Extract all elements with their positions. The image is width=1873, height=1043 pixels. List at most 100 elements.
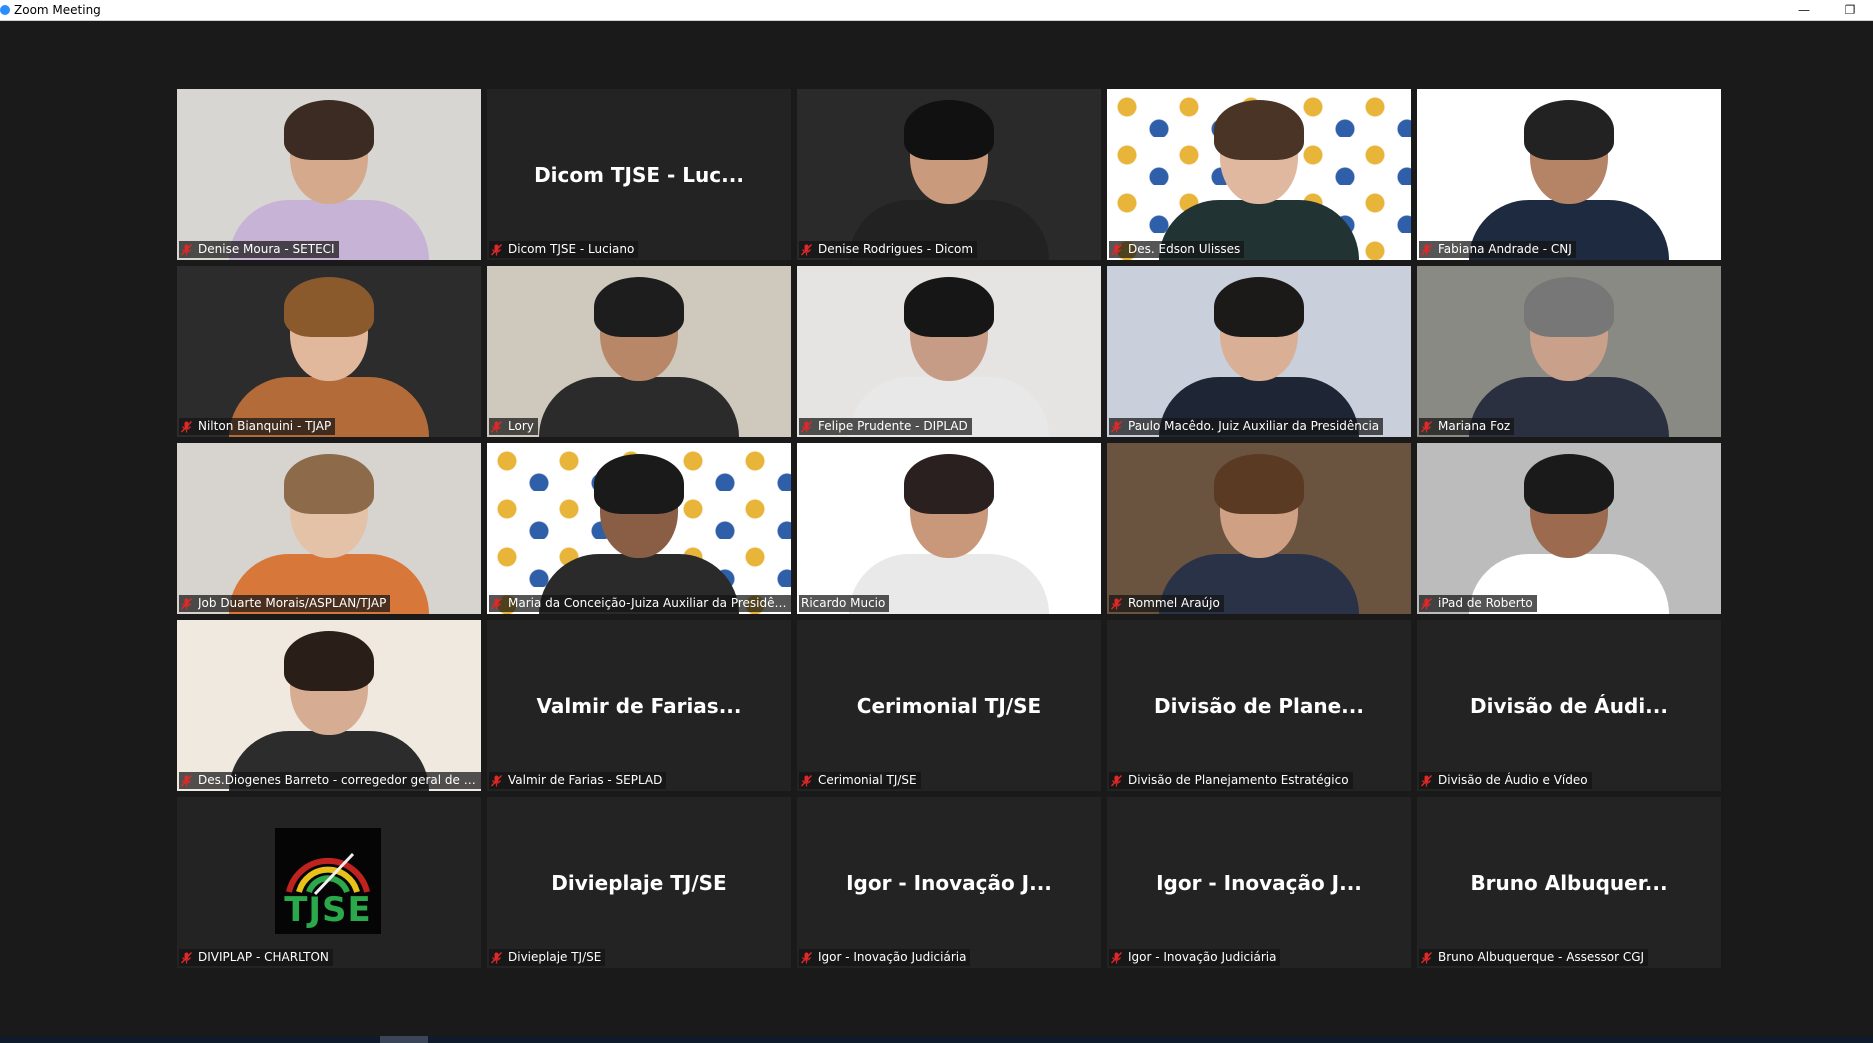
participant-display-name: Bruno Albuquer...: [1470, 870, 1668, 895]
participant-name-label: Fabiana Andrade - CNJ: [1419, 241, 1576, 258]
taskbar-strip: [0, 1036, 1873, 1043]
participant-video-person: [1159, 454, 1359, 614]
taskbar-item[interactable]: [380, 1036, 428, 1043]
participant-name-label: Des. Edson Ulisses: [1109, 241, 1245, 258]
participant-tile[interactable]: Paulo Macêdo. Juiz Auxiliar da Presidênc…: [1107, 266, 1411, 437]
participant-display-name: Divisão de Plane...: [1154, 693, 1364, 718]
participant-video-person: [229, 100, 429, 260]
participant-tile[interactable]: Divisão de Plane... Divisão de Planejamen…: [1107, 620, 1411, 791]
muted-mic-icon: [181, 420, 192, 432]
gallery-grid: Denise Moura - SETECI Dicom TJSE - Luc...…: [177, 89, 1722, 968]
participant-name: Valmir de Farias - SEPLAD: [508, 773, 663, 787]
participant-video-person: [1159, 277, 1359, 437]
participant-tile[interactable]: Des. Edson Ulisses: [1107, 89, 1411, 260]
participant-name-label: Felipe Prudente - DIPLAD: [799, 418, 972, 435]
muted-mic-icon: [1421, 774, 1432, 786]
participant-video-person: [849, 454, 1049, 614]
participant-name: Cerimonial TJ/SE: [818, 773, 917, 787]
participant-name: Denise Rodrigues - Dicom: [818, 242, 974, 256]
participant-tile[interactable]: Dicom TJSE - Luc... Dicom TJSE - Luciano: [487, 89, 791, 260]
participant-tile[interactable]: Lory: [487, 266, 791, 437]
minimize-button[interactable]: —: [1781, 0, 1827, 20]
participant-tile[interactable]: Mariana Foz: [1417, 266, 1721, 437]
participant-name-label: Rommel Araújo: [1109, 595, 1224, 612]
participant-tile[interactable]: Divieplaje TJ/SE Divieplaje TJ/SE: [487, 797, 791, 968]
muted-mic-icon: [181, 951, 192, 963]
participant-name: Job Duarte Morais/ASPLAN/TJAP: [198, 596, 387, 610]
participant-video-person: [1469, 100, 1669, 260]
muted-mic-icon: [801, 774, 812, 786]
muted-mic-icon: [1111, 597, 1122, 609]
participant-tile[interactable]: Denise Rodrigues - Dicom: [797, 89, 1101, 260]
participant-name: Igor - Inovação Judiciária: [1128, 950, 1277, 964]
participant-video-person: [1159, 100, 1359, 260]
participant-tile[interactable]: Bruno Albuquer... Bruno Albuquerque - Ass…: [1417, 797, 1721, 968]
participant-tile[interactable]: Divisão de Áudi... Divisão de Áudio e Víd…: [1417, 620, 1721, 791]
participant-tile[interactable]: Job Duarte Morais/ASPLAN/TJAP: [177, 443, 481, 614]
participant-name-label: Igor - Inovação Judiciária: [799, 949, 971, 966]
participant-name: Rommel Araújo: [1128, 596, 1220, 610]
participant-video-person: [539, 454, 739, 614]
participant-display-name: Divisão de Áudi...: [1470, 693, 1668, 718]
muted-mic-icon: [1421, 420, 1432, 432]
participant-tile[interactable]: Felipe Prudente - DIPLAD: [797, 266, 1101, 437]
muted-mic-icon: [491, 420, 502, 432]
participant-name-label: Ricardo Mucio: [799, 595, 890, 612]
participant-video-person: [229, 277, 429, 437]
meeting-stage: Denise Moura - SETECI Dicom TJSE - Luc...…: [0, 21, 1873, 1036]
muted-mic-icon: [491, 774, 502, 786]
participant-name-label: Divieplaje TJ/SE: [489, 949, 606, 966]
muted-mic-icon: [181, 597, 192, 609]
participant-name: Des.Diogenes Barreto - corregedor geral …: [198, 773, 477, 787]
participant-name-label: Mariana Foz: [1419, 418, 1515, 435]
participant-name-label: Nilton Bianquini - TJAP: [179, 418, 336, 435]
participant-name-label: Divisão de Planejamento Estratégico: [1109, 772, 1353, 789]
participant-tile[interactable]: Rommel Araújo: [1107, 443, 1411, 614]
participant-tile[interactable]: Denise Moura - SETECI: [177, 89, 481, 260]
participant-name: Paulo Macêdo. Juiz Auxiliar da Presidênc…: [1128, 419, 1380, 433]
participant-name: Bruno Albuquerque - Assessor CGJ: [1438, 950, 1645, 964]
participant-tile[interactable]: Igor - Inovação J... Igor - Inovação Judi…: [1107, 797, 1411, 968]
participant-tile[interactable]: Fabiana Andrade - CNJ: [1417, 89, 1721, 260]
participant-video-person: [229, 631, 429, 791]
participant-name: Des. Edson Ulisses: [1128, 242, 1241, 256]
participant-video-person: [849, 277, 1049, 437]
participant-tile[interactable]: Cerimonial TJ/SE Cerimonial TJ/SE: [797, 620, 1101, 791]
participant-name-label: DIVIPLAP - CHARLTON: [179, 949, 333, 966]
participant-tile[interactable]: Nilton Bianquini - TJAP: [177, 266, 481, 437]
participant-tile[interactable]: TJSE DIVIPLAP - CHARLTON: [177, 797, 481, 968]
participant-name-label: iPad de Roberto: [1419, 595, 1537, 612]
participant-name: Lory: [508, 419, 534, 433]
muted-mic-icon: [801, 243, 812, 255]
participant-name-label: Denise Moura - SETECI: [179, 241, 339, 258]
restore-button[interactable]: ❐: [1827, 0, 1873, 20]
muted-mic-icon: [801, 420, 812, 432]
participant-display-name: Cerimonial TJ/SE: [856, 693, 1042, 718]
muted-mic-icon: [491, 243, 502, 255]
participant-video-person: [1469, 454, 1669, 614]
muted-mic-icon: [1421, 243, 1432, 255]
participant-name-label: Lory: [489, 418, 538, 435]
muted-mic-icon: [181, 243, 192, 255]
participant-name-label: Igor - Inovação Judiciária: [1109, 949, 1281, 966]
participant-name: Maria da Conceição-Juiza Auxiliar da Pre…: [508, 596, 787, 610]
participant-name-label: Job Duarte Morais/ASPLAN/TJAP: [179, 595, 391, 612]
participant-tile[interactable]: iPad de Roberto: [1417, 443, 1721, 614]
participant-tile[interactable]: Maria da Conceição-Juiza Auxiliar da Pre…: [487, 443, 791, 614]
participant-name: Nilton Bianquini - TJAP: [198, 419, 332, 433]
window-title: Zoom Meeting: [14, 3, 101, 17]
participant-name: Divieplaje TJ/SE: [508, 950, 602, 964]
muted-mic-icon: [1111, 420, 1122, 432]
participant-name: DIVIPLAP - CHARLTON: [198, 950, 329, 964]
participant-tile[interactable]: Des.Diogenes Barreto - corregedor geral …: [177, 620, 481, 791]
participant-name: Divisão de Áudio e Vídeo: [1438, 773, 1588, 787]
participant-tile[interactable]: Igor - Inovação J... Igor - Inovação Judi…: [797, 797, 1101, 968]
participant-name: Fabiana Andrade - CNJ: [1438, 242, 1572, 256]
tjse-logo: TJSE: [275, 828, 381, 934]
participant-tile[interactable]: Ricardo Mucio: [797, 443, 1101, 614]
muted-mic-icon: [491, 597, 502, 609]
participant-tile[interactable]: Valmir de Farias... Valmir de Farias - SE…: [487, 620, 791, 791]
muted-mic-icon: [1421, 951, 1432, 963]
participant-name-label: Cerimonial TJ/SE: [799, 772, 921, 789]
participant-name: Igor - Inovação Judiciária: [818, 950, 967, 964]
